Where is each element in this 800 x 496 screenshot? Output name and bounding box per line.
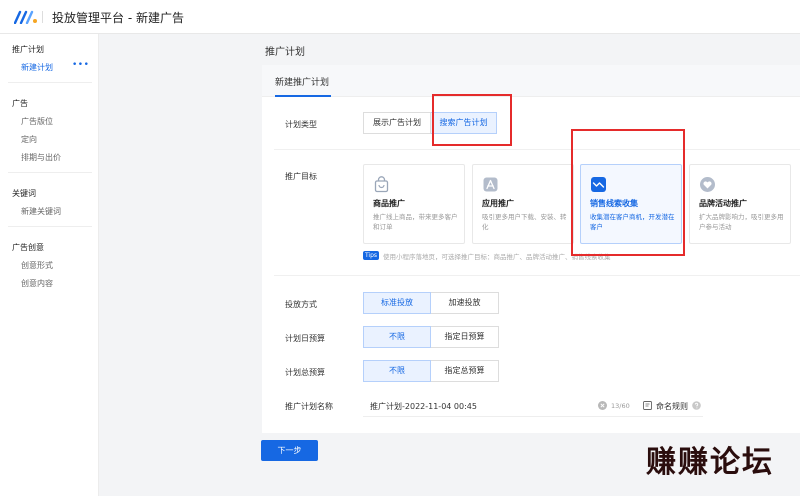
goal-label: 推广目标 [285, 172, 317, 181]
goal-card-desc: 吸引更多用户下载、安装、转化 [482, 213, 567, 231]
help-icon[interactable] [692, 401, 701, 410]
sidebar-item-creative-content[interactable]: 创意内容 [21, 278, 53, 289]
naming-rule-link[interactable]: 命名规则 [656, 401, 688, 412]
total-budget-label: 计划总预算 [285, 368, 325, 377]
daily-budget-selector: 不限 指定日预算 [363, 326, 499, 348]
page-title: 推广计划 [265, 47, 305, 58]
naming-rule-icon[interactable] [643, 401, 652, 410]
section-divider [274, 275, 800, 276]
sidebar-group-creative: 广告创意 [12, 243, 44, 252]
goal-card-desc: 扩大品牌影响力，吸引更多用户参与活动 [699, 213, 784, 231]
total-budget-option-specify[interactable]: 指定总预算 [431, 360, 499, 382]
clear-icon[interactable] [598, 401, 607, 410]
sidebar: 推广计划 新建计划 ••• 广告 广告版位 定向 排期与出价 关键词 新建关键词… [0, 34, 99, 496]
tab-bar: 新建推广计划 [262, 65, 800, 97]
plan-type-option-search[interactable]: 搜索广告计划 [431, 112, 497, 134]
top-bar: 投放管理平台 - 新建广告 [0, 0, 800, 34]
sidebar-group-plan: 推广计划 [12, 45, 44, 54]
char-counter: 13/60 [611, 402, 630, 410]
sidebar-group-ad: 广告 [12, 99, 28, 108]
delivery-label: 投放方式 [285, 300, 317, 309]
goal-card-brand[interactable]: 品牌活动推广 扩大品牌影响力，吸引更多用户参与活动 [689, 164, 791, 244]
goal-card-desc: 推广线上商品，带来更多客户和订单 [373, 213, 458, 231]
plan-type-label: 计划类型 [285, 120, 317, 129]
delivery-option-standard[interactable]: 标准投放 [363, 292, 431, 314]
goal-card-desc: 收集潜在客户商机，开发潜在客户 [590, 213, 675, 231]
plan-type-option-display[interactable]: 展示广告计划 [363, 112, 431, 134]
sidebar-item-targeting[interactable]: 定向 [21, 134, 37, 145]
daily-budget-option-unlimited[interactable]: 不限 [363, 326, 431, 348]
plan-name-value: 推广计划-2022-11-04 00:45 [370, 402, 477, 411]
lead-icon [591, 177, 606, 192]
total-budget-selector: 不限 指定总预算 [363, 360, 499, 382]
sidebar-divider [8, 172, 92, 173]
section-divider [274, 149, 800, 150]
daily-budget-label: 计划日预算 [285, 334, 325, 343]
sidebar-item-new-plan[interactable]: 新建计划 [21, 62, 53, 73]
goal-card-leads[interactable]: 销售线索收集 收集潜在客户商机，开发潜在客户 [580, 164, 682, 244]
plan-form-card: 新建推广计划 计划类型 展示广告计划 搜索广告计划 推广目标 商品推广 推广线上… [262, 65, 800, 433]
tips-badge: Tips [363, 251, 379, 260]
goal-card-title: 应用推广 [482, 199, 514, 208]
goal-card-app[interactable]: 应用推广 吸引更多用户下载、安装、转化 [472, 164, 574, 244]
plan-name-input[interactable]: 推广计划-2022-11-04 00:45 13/60 命名规则 [363, 395, 703, 417]
title-divider [42, 11, 43, 23]
tab-new-plan[interactable]: 新建推广计划 [275, 75, 329, 88]
ellipsis-icon[interactable]: ••• [72, 60, 89, 70]
delivery-option-accelerated[interactable]: 加速投放 [431, 292, 499, 314]
shopping-bag-icon [374, 176, 389, 193]
sidebar-group-keyword: 关键词 [12, 189, 36, 198]
goal-card-title: 销售线索收集 [590, 199, 638, 208]
sidebar-item-schedule-bid[interactable]: 排期与出价 [21, 152, 61, 163]
delivery-selector: 标准投放 加速投放 [363, 292, 499, 314]
goal-card-title: 商品推广 [373, 199, 405, 208]
app-icon [483, 177, 498, 192]
sidebar-item-ad-slot[interactable]: 广告版位 [21, 116, 53, 127]
total-budget-option-unlimited[interactable]: 不限 [363, 360, 431, 382]
sidebar-item-new-keyword[interactable]: 新建关键词 [21, 206, 61, 217]
plan-name-label: 推广计划名称 [285, 402, 333, 411]
sidebar-divider [8, 82, 92, 83]
plan-type-selector: 展示广告计划 搜索广告计划 [363, 112, 497, 134]
sidebar-item-creative-format[interactable]: 创意形式 [21, 260, 53, 271]
sidebar-divider [8, 226, 92, 227]
goal-card-title: 品牌活动推广 [699, 199, 747, 208]
goal-card-product[interactable]: 商品推广 推广线上商品，带来更多客户和订单 [363, 164, 465, 244]
tips-text: 使用小程序落地页，可选择推广目标：商品推广、品牌活动推广、销售线索收集 [383, 253, 611, 261]
tab-active-indicator [275, 95, 331, 97]
app-logo-icon[interactable] [14, 10, 38, 24]
watermark-text: 赚赚论坛 [646, 445, 774, 480]
app-title: 投放管理平台 - 新建广告 [52, 11, 184, 25]
daily-budget-option-specify[interactable]: 指定日预算 [431, 326, 499, 348]
next-step-button[interactable]: 下一步 [261, 440, 318, 461]
heart-icon [700, 177, 715, 192]
